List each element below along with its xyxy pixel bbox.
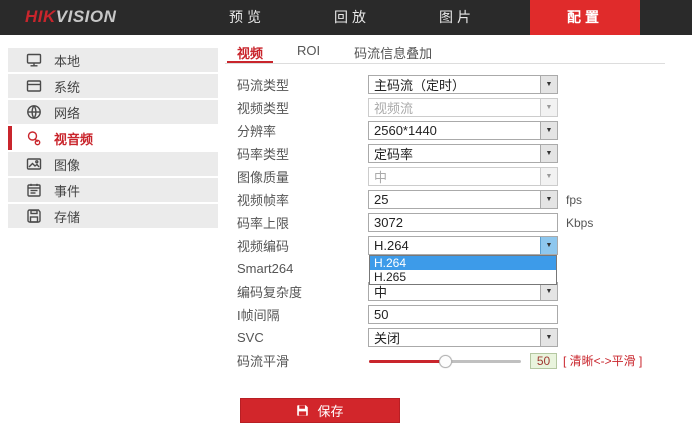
image-quality-select-disabled: 中 ▼: [368, 167, 558, 186]
field-row-video-encoding: 视频编码 H.264 ▼ H.264 H.265: [225, 236, 692, 285]
content-tabs: 视频 ROI 码流信息叠加: [225, 40, 665, 64]
field-row-stream-type: 码流类型 主码流（定时） ▼: [225, 75, 692, 94]
field-label: 码流类型: [237, 78, 290, 93]
field-label: I帧间隔: [237, 308, 280, 323]
tab-stream-info-overlay[interactable]: 码流信息叠加: [344, 40, 442, 63]
field-label: 码率类型: [237, 147, 290, 162]
field-label: 视频帧率: [237, 193, 290, 208]
stream-smoothing-slider[interactable]: [369, 354, 521, 368]
max-bitrate-input[interactable]: [368, 213, 558, 232]
sidebar-item-video-audio-active[interactable]: 视音频: [8, 126, 218, 150]
sidebar-item-event[interactable]: 事件: [8, 178, 218, 202]
system-window-icon: [26, 78, 42, 94]
clear-smooth-hint-label: [ 清晰<->平滑 ]: [563, 354, 643, 368]
sidebar-item-storage[interactable]: 存储: [8, 204, 218, 228]
sidebar-item-image[interactable]: 图像: [8, 152, 218, 176]
save-button[interactable]: 保存: [240, 398, 400, 423]
iframe-interval-input[interactable]: [368, 305, 558, 324]
sidebar-item-label: 图像: [54, 157, 81, 173]
hikvision-config-screen: HIKVISION 预览 回放 图片 配置 本地 系统 网络 视音频 图像 事件…: [0, 0, 692, 431]
field-row-iframe-interval: I帧间隔: [225, 305, 692, 324]
field-label: SVC: [237, 330, 264, 345]
sidebar-item-label: 本地: [54, 53, 81, 69]
field-label: 分辨率: [237, 124, 277, 139]
save-disk-icon: [297, 405, 309, 416]
nav-tab-picture[interactable]: 图片: [432, 0, 482, 35]
chevron-down-icon[interactable]: ▼: [540, 329, 557, 346]
sidebar-item-local[interactable]: 本地: [8, 48, 218, 72]
field-row-svc: SVC 关闭 ▼: [225, 328, 692, 347]
field-row-stream-smoothing: 码流平滑 50 [ 清晰<->平滑 ]: [225, 351, 692, 370]
field-label: Smart264: [237, 261, 294, 276]
fps-unit-label: fps: [566, 192, 583, 207]
chevron-down-icon: ▼: [540, 99, 557, 116]
stream-type-select[interactable]: 主码流（定时） ▼: [368, 75, 558, 94]
nav-tab-playback[interactable]: 回放: [327, 0, 377, 35]
logo-vision: VISION: [55, 7, 117, 26]
sidebar: 本地 系统 网络 视音频 图像 事件 存储: [0, 48, 218, 230]
video-encoding-select-open[interactable]: H.264 ▼ H.264 H.265: [368, 236, 558, 285]
image-icon: [26, 156, 42, 172]
field-label: 图像质量: [237, 170, 290, 185]
tab-roi[interactable]: ROI: [287, 40, 330, 63]
kbps-unit-label: Kbps: [566, 215, 594, 230]
topbar: HIKVISION 预览 回放 图片 配置: [0, 0, 692, 35]
logo-hik: HIK: [25, 7, 56, 26]
slider-handle[interactable]: [439, 354, 452, 368]
hikvision-logo: HIKVISION: [25, 7, 116, 27]
video-type-select-disabled: 视频流 ▼: [368, 98, 558, 117]
resolution-select[interactable]: 2560*1440 ▼: [368, 121, 558, 140]
chevron-down-icon[interactable]: ▼: [540, 283, 557, 300]
field-label: 视频编码: [237, 239, 290, 254]
video-audio-icon: [26, 130, 42, 146]
network-globe-icon: [26, 104, 42, 120]
monitor-icon: [26, 52, 42, 68]
event-calendar-icon: [26, 182, 42, 198]
chevron-down-icon[interactable]: ▼: [540, 191, 557, 208]
bitrate-type-select[interactable]: 定码率 ▼: [368, 144, 558, 163]
sidebar-item-label: 系统: [54, 79, 81, 95]
field-row-bitrate-type: 码率类型 定码率 ▼: [225, 144, 692, 163]
sidebar-item-label: 事件: [54, 183, 81, 199]
save-button-label: 保存: [317, 404, 344, 419]
sidebar-item-system[interactable]: 系统: [8, 74, 218, 98]
chevron-down-icon[interactable]: ▼: [540, 76, 557, 93]
field-label: 编码复杂度: [237, 285, 303, 300]
chevron-down-icon[interactable]: ▼: [540, 145, 557, 162]
video-settings-panel: 视频 ROI 码流信息叠加 码流类型 主码流（定时） ▼ 视频类型 视频流 ▼: [225, 40, 692, 423]
sidebar-item-network[interactable]: 网络: [8, 100, 218, 124]
svc-select[interactable]: 关闭 ▼: [368, 328, 558, 347]
chevron-down-icon[interactable]: ▼: [540, 237, 557, 254]
chevron-down-icon[interactable]: ▼: [540, 122, 557, 139]
dropdown-option-h264-highlighted[interactable]: H.264: [370, 256, 556, 270]
field-row-image-quality: 图像质量 中 ▼: [225, 167, 692, 186]
storage-disk-icon: [26, 208, 42, 224]
slider-track[interactable]: [369, 354, 521, 368]
dropdown-option-h265[interactable]: H.265: [370, 270, 556, 284]
field-row-max-bitrate: 码率上限 Kbps: [225, 213, 692, 232]
field-row-resolution: 分辨率 2560*1440 ▼: [225, 121, 692, 140]
nav-tab-config-active[interactable]: 配置: [530, 0, 640, 35]
chevron-down-icon: ▼: [540, 168, 557, 185]
field-label: 码率上限: [237, 216, 290, 231]
field-row-frame-rate: 视频帧率 25 ▼ fps: [225, 190, 692, 209]
sidebar-item-label: 视音频: [54, 131, 94, 147]
sidebar-item-label: 存储: [54, 209, 81, 225]
video-settings-form: 码流类型 主码流（定时） ▼ 视频类型 视频流 ▼ 分辨率 2560*1440 …: [225, 75, 692, 423]
slider-fill: [369, 354, 452, 368]
smoothing-value-box: 50: [530, 352, 557, 369]
tab-video-active[interactable]: 视频: [227, 40, 274, 63]
nav-tab-preview[interactable]: 预览: [222, 0, 272, 35]
sidebar-item-label: 网络: [54, 105, 81, 121]
field-label: 码流平滑: [237, 354, 290, 369]
frame-rate-select[interactable]: 25 ▼: [368, 190, 558, 209]
field-row-video-type: 视频类型 视频流 ▼: [225, 98, 692, 117]
field-label: 视频类型: [237, 101, 290, 116]
video-encoding-dropdown-list: H.264 H.265: [369, 255, 557, 285]
